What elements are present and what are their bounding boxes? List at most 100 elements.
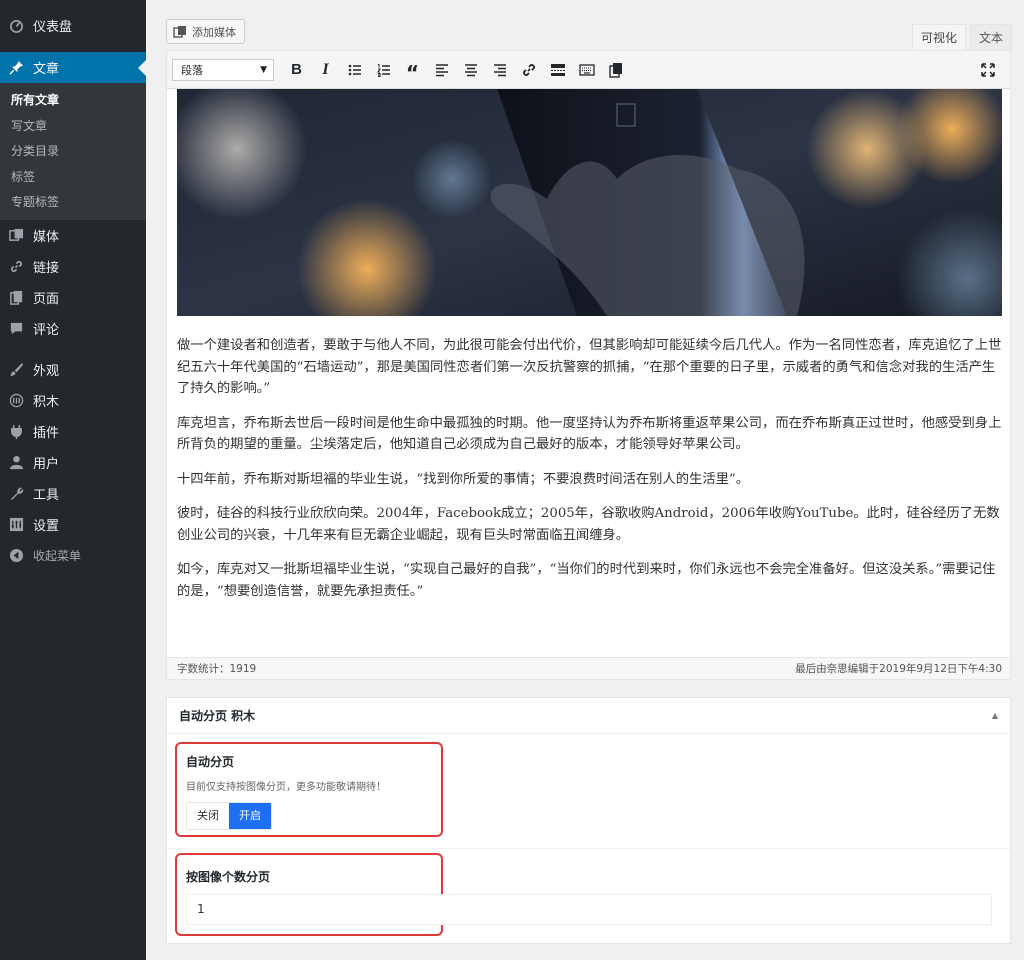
paragraph: 如今，库克对又一批斯坦福毕业生说，“实现自己最好的自我”，“当你们的时代到来时，… — [177, 562, 996, 599]
tab-visual[interactable]: 可视化 — [911, 24, 966, 50]
divider — [167, 848, 1010, 849]
chevron-down-icon: ▼ — [260, 64, 267, 75]
collapse-arrow-icon[interactable]: ▲ — [992, 711, 998, 720]
word-count: 字数统计：1919 — [177, 663, 257, 675]
user-icon — [8, 454, 24, 470]
post-image — [177, 89, 1002, 316]
add-media-button[interactable]: 添加媒体 — [166, 19, 245, 44]
submenu-categories[interactable]: 分类目录 — [0, 139, 146, 165]
toolbar-toggle-button[interactable] — [572, 56, 601, 84]
menu-users[interactable]: 用户 — [0, 447, 146, 478]
paragraph: 彼时，硅谷的科技行业欣欣向荣。2004年，Facebook成立；2005年，谷歌… — [177, 506, 1000, 543]
menu-label: 仪表盘 — [33, 20, 73, 35]
toggle-off-button[interactable]: 关闭 — [187, 803, 229, 829]
align-center-icon — [464, 63, 477, 76]
menu-label: 工具 — [33, 487, 60, 503]
menu-label: 外观 — [33, 363, 60, 379]
image-count-input[interactable]: 1 — [186, 894, 992, 925]
menu-media[interactable]: 媒体 — [0, 220, 146, 251]
post-editor: 段落 ▼ B I “ 做一个建设者和创造者，要敢于与他人不同，为此很可能会付出代… — [166, 50, 1011, 680]
copy-icon — [608, 62, 622, 78]
image-count-title: 按图像个数分页 — [186, 870, 271, 884]
link-icon — [8, 258, 24, 274]
menu-label: 积木 — [33, 394, 60, 410]
menu-label: 插件 — [33, 425, 60, 441]
submenu-new-post[interactable]: 写文章 — [0, 114, 146, 140]
editor-tabs: 可视化 文本 — [908, 24, 1012, 50]
menu-label: 收起菜单 — [33, 548, 82, 563]
tab-text[interactable]: 文本 — [969, 24, 1012, 50]
blocks-icon — [8, 392, 24, 408]
admin-sidebar: 仪表盘 文章 所有文章 写文章 分类目录 标签 专题标签 媒体 链接 页面 评论… — [0, 0, 146, 960]
align-left-button[interactable] — [427, 56, 456, 84]
menu-comments[interactable]: 评论 — [0, 313, 146, 344]
paste-button[interactable] — [601, 56, 630, 84]
numbered-list-button[interactable] — [369, 56, 398, 84]
bullet-list-icon — [348, 64, 361, 75]
toggle-on-button[interactable]: 开启 — [229, 803, 271, 829]
brush-icon — [8, 361, 24, 377]
menu-label: 媒体 — [33, 229, 60, 245]
read-more-icon — [550, 63, 565, 76]
menu-blocks[interactable]: 积木 — [0, 385, 146, 416]
blockquote-button[interactable]: “ — [398, 56, 427, 84]
menu-label: 链接 — [33, 260, 60, 276]
settings-icon — [8, 516, 24, 532]
menu-pages[interactable]: 页面 — [0, 282, 146, 313]
align-right-button[interactable] — [485, 56, 514, 84]
plugin-icon — [8, 423, 24, 439]
paragraph: 库克坦言，乔布斯去世后一段时间是他生命中最孤独的时期。他一度坚持认为乔布斯将重返… — [177, 415, 1002, 453]
menu-links[interactable]: 链接 — [0, 251, 146, 282]
add-media-label: 添加媒体 — [192, 25, 236, 39]
posts-submenu: 所有文章 写文章 分类目录 标签 专题标签 — [0, 83, 146, 220]
submenu-all-posts[interactable]: 所有文章 — [0, 88, 146, 114]
menu-label: 设置 — [33, 518, 60, 534]
menu-posts[interactable]: 文章 — [0, 52, 146, 83]
submenu-topic-tags[interactable]: 专题标签 — [0, 190, 146, 216]
italic-button[interactable]: I — [311, 56, 340, 84]
auto-paging-title: 自动分页 — [186, 755, 235, 769]
italic-icon: I — [322, 60, 329, 78]
collapse-icon — [8, 547, 24, 563]
post-body: 做一个建设者和创造者，要敢于与他人不同，为此很可能会付出代价，但其影响却可能延续… — [177, 335, 1002, 615]
submenu-tags[interactable]: 标签 — [0, 165, 146, 191]
align-right-icon — [493, 63, 506, 76]
insert-link-button[interactable] — [514, 56, 543, 84]
format-select[interactable]: 段落 ▼ — [172, 58, 274, 81]
menu-label: 页面 — [33, 291, 60, 307]
media-icon — [8, 227, 24, 243]
menu-appearance[interactable]: 外观 — [0, 354, 146, 385]
metabox-header[interactable]: 自动分页 积木 ▲ — [167, 698, 1010, 734]
link-icon — [522, 63, 535, 76]
auto-paging-metabox: 自动分页 积木 ▲ 自动分页 目前仅支持按图像分页，更多功能敬请期待！ 关闭 开… — [166, 697, 1011, 944]
wrench-icon — [8, 485, 24, 501]
last-edited: 最后由奈思编辑于2019年9月12日下午4:30 — [795, 663, 1002, 675]
menu-label: 评论 — [33, 322, 60, 338]
auto-paging-toggle: 关闭 开启 — [186, 802, 272, 830]
read-more-button[interactable] — [543, 56, 572, 84]
paragraph: 十四年前，乔布斯对斯坦福的毕业生说，“找到你所爱的事情；不要浪费时间活在别人的生… — [177, 471, 750, 487]
quote-icon: “ — [405, 60, 420, 85]
bold-icon: B — [291, 61, 302, 78]
bold-button[interactable]: B — [282, 56, 311, 84]
align-left-icon — [435, 63, 448, 76]
editor-content[interactable]: 做一个建设者和创造者，要敢于与他人不同，为此很可能会付出代价，但其影响却可能延续… — [167, 89, 1010, 659]
bullet-list-button[interactable] — [340, 56, 369, 84]
dashboard-icon — [8, 18, 24, 34]
format-select-value: 段落 — [181, 63, 203, 77]
menu-settings[interactable]: 设置 — [0, 509, 146, 540]
editor-status-bar: 字数统计：1919 最后由奈思编辑于2019年9月12日下午4:30 — [167, 657, 1010, 679]
collapse-menu-button[interactable]: 收起菜单 — [0, 540, 146, 571]
align-center-button[interactable] — [456, 56, 485, 84]
numbered-list-icon — [376, 63, 390, 77]
menu-tools[interactable]: 工具 — [0, 478, 146, 509]
fullscreen-button[interactable] — [973, 56, 1002, 84]
menu-label: 文章 — [33, 62, 60, 77]
page-icon — [8, 289, 24, 305]
auto-paging-desc: 目前仅支持按图像分页，更多功能敬请期待！ — [186, 782, 386, 793]
menu-dashboard[interactable]: 仪表盘 — [0, 10, 146, 41]
menu-plugins[interactable]: 插件 — [0, 416, 146, 447]
menu-label: 用户 — [33, 456, 60, 472]
fullscreen-icon — [980, 63, 995, 77]
metabox-title: 自动分页 积木 — [179, 709, 256, 723]
